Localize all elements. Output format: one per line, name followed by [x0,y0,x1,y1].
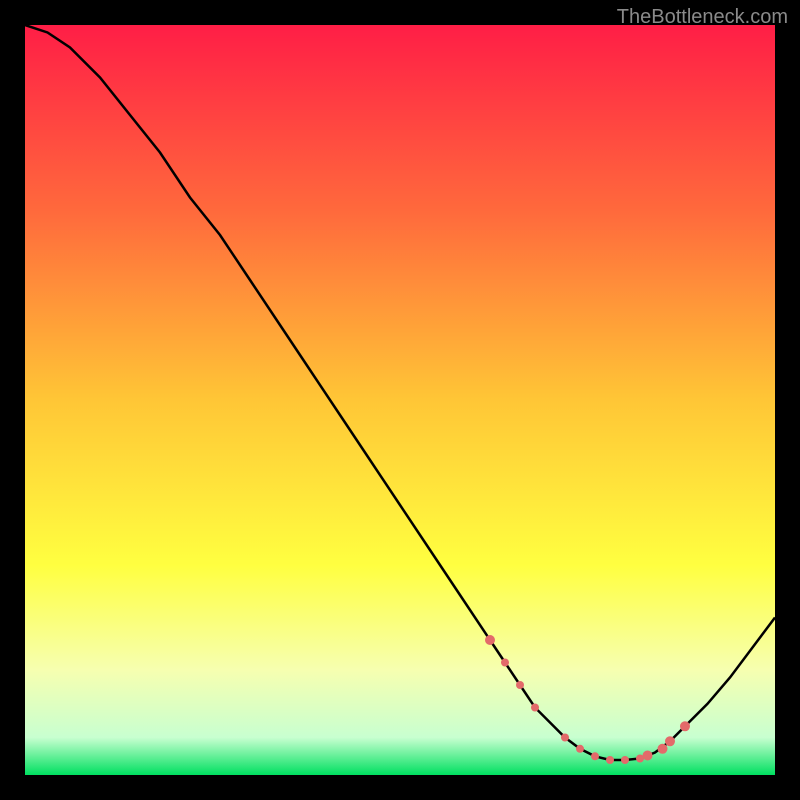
marker-point [606,756,614,764]
marker-point [621,756,629,764]
marker-point [516,681,524,689]
marker-point [531,704,539,712]
marker-point [576,745,584,753]
marker-point [665,736,675,746]
chart-background [25,25,775,775]
watermark-text: TheBottleneck.com [617,6,788,29]
marker-point [680,721,690,731]
marker-point [643,751,653,761]
marker-point [591,752,599,760]
chart-canvas [25,25,775,775]
marker-point [501,659,509,667]
marker-point [658,744,668,754]
marker-point [485,635,495,645]
marker-point [561,734,569,742]
